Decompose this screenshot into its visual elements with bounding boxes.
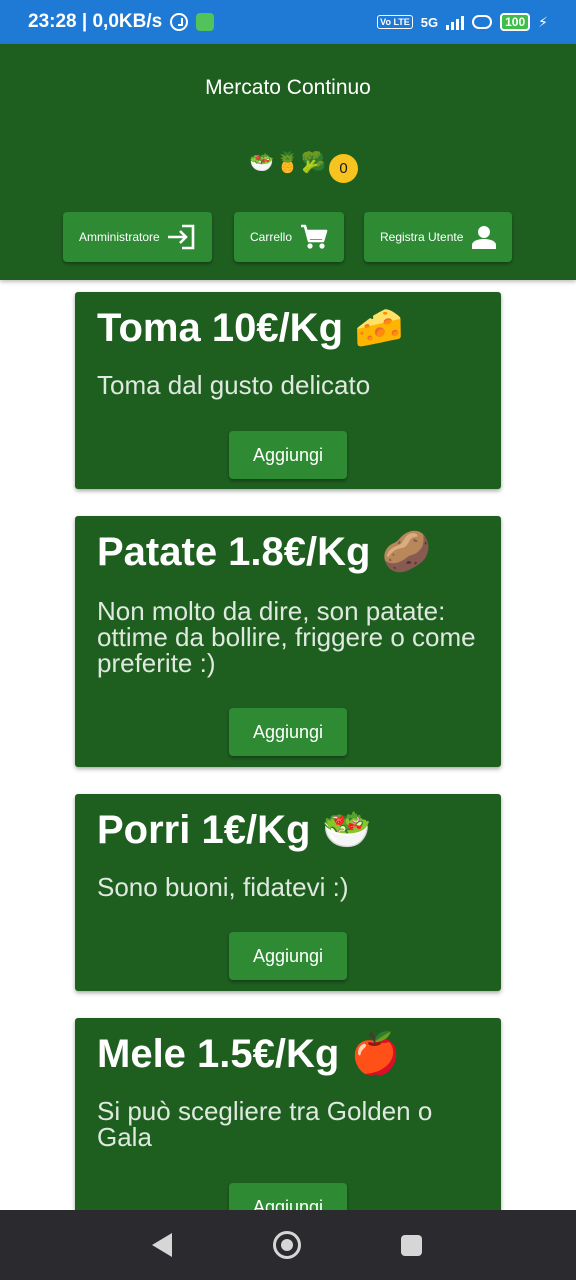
login-icon [168,224,195,250]
recent-apps-icon[interactable] [401,1235,422,1256]
product-description: Toma dal gusto delicato [97,370,371,400]
back-icon[interactable] [152,1233,172,1257]
status-left: 23:28 | 0,0KB/s [28,11,215,33]
status-time-speed: 23:28 | 0,0KB/s [28,11,163,32]
add-button[interactable]: Aggiungi [229,932,347,980]
battery-icon: 100 [500,13,531,31]
add-button[interactable]: Aggiungi [229,431,347,479]
cart-button-label: Carrello [250,230,293,244]
product-card: Toma 10€/Kg 🧀 Toma dal gusto delicato Ag… [75,292,501,489]
app-notification-icon [196,13,215,31]
system-nav-bar [0,1210,576,1280]
home-icon[interactable] [273,1231,301,1259]
status-right: Vo LTE 5G 100 ⚡ [377,13,548,31]
add-button[interactable]: Aggiungi [229,1183,347,1210]
admin-button-label: Amministratore [79,230,160,244]
product-title: Patate 1.8€/Kg 🥔 [97,530,432,574]
app-title: Mercato Continuo [205,76,371,99]
product-title: Toma 10€/Kg 🧀 [97,306,404,350]
register-user-button[interactable]: Registra Utente [364,212,512,262]
charging-icon: ⚡ [538,13,548,30]
product-title: Porri 1€/Kg 🥗 [97,808,372,852]
product-description: Sono buoni, fidatevi :) [97,872,349,902]
product-card: Mele 1.5€/Kg 🍎 Si può scegliere tra Gold… [75,1018,501,1210]
cart-count-badge: 0 [329,154,358,183]
status-bar: 23:28 | 0,0KB/s Vo LTE 5G 100 ⚡ [0,0,576,44]
network-type: 5G [420,14,439,30]
hotspot-icon [472,15,493,29]
product-description: Si può scegliere tra Golden o Gala [97,1096,433,1152]
header-emojis: 🥗🍍🥦 [249,152,327,174]
admin-button[interactable]: Amministratore [63,212,212,262]
alarm-icon [170,13,189,31]
volte-badge: Vo LTE [377,15,413,29]
app-header: Mercato Continuo 🥗🍍🥦 Amministratore Carr… [0,44,576,280]
person-icon [472,226,496,249]
cart-button[interactable]: Carrello [234,212,344,262]
register-user-button-label: Registra Utente [380,230,464,244]
cart-icon [301,224,328,249]
add-button[interactable]: Aggiungi [229,708,347,756]
product-title: Mele 1.5€/Kg 🍎 [97,1032,401,1076]
signal-icon [446,14,465,30]
product-list[interactable]: Toma 10€/Kg 🧀 Toma dal gusto delicato Ag… [0,280,576,1210]
product-description: Non molto da dire, son patate: ottime da… [97,596,476,678]
product-card: Patate 1.8€/Kg 🥔 Non molto da dire, son … [75,516,501,767]
product-card: Porri 1€/Kg 🥗 Sono buoni, fidatevi :) Ag… [75,794,501,991]
battery-level: 100 [505,15,526,29]
